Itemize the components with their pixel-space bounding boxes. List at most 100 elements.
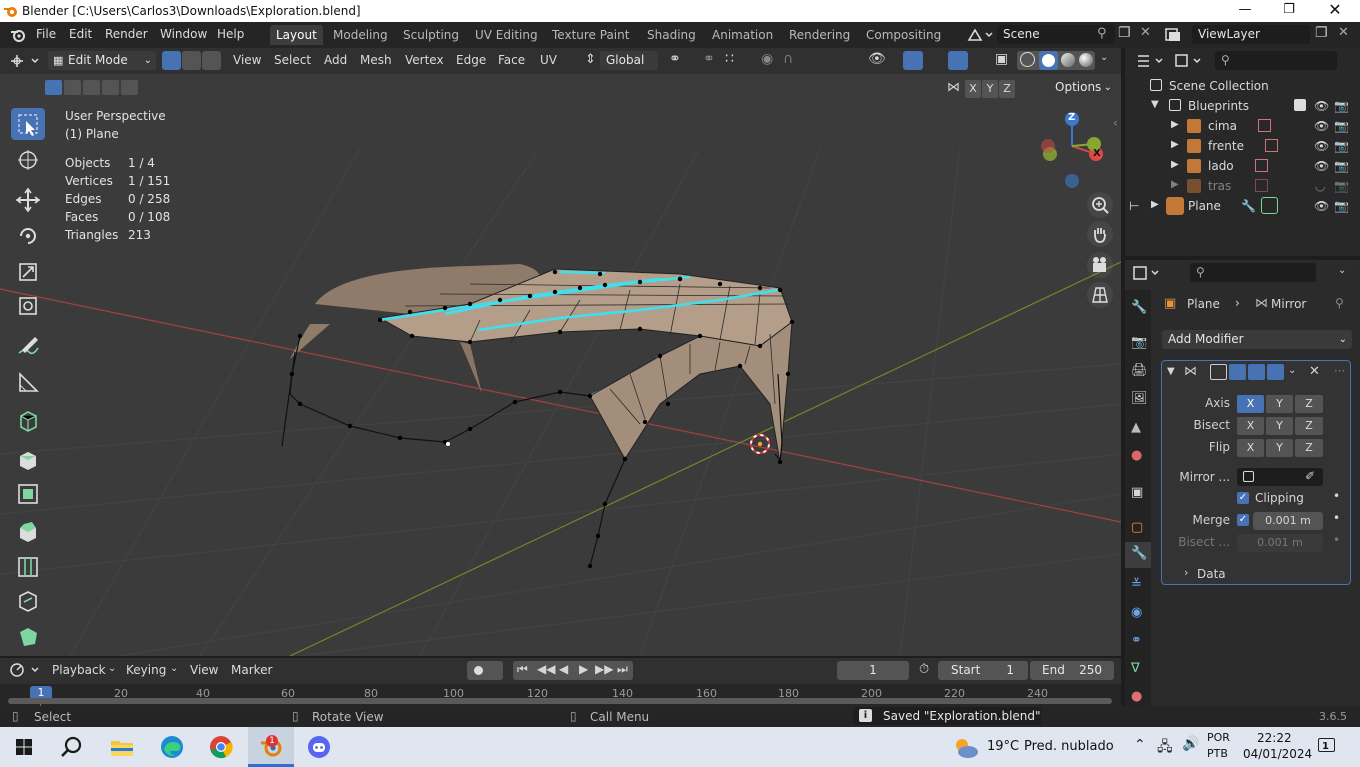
start-frame-field[interactable]: Start 1 bbox=[938, 661, 1028, 680]
overlay-toggle-button[interactable] bbox=[948, 51, 968, 70]
outliner-row-lado[interactable]: ▶ lado 👁 📷 bbox=[1125, 156, 1360, 176]
outliner-row-blueprints[interactable]: ▼ Blueprints 👁 📷 bbox=[1125, 96, 1360, 116]
auto-keying-button[interactable] bbox=[467, 661, 503, 680]
edit-mode-toggle[interactable] bbox=[1229, 364, 1246, 380]
search-icon[interactable] bbox=[58, 733, 86, 761]
render-tab-icon[interactable]: 📷 bbox=[1131, 335, 1147, 350]
new-view-layer-icon[interactable]: ❐ bbox=[1315, 25, 1328, 41]
merge-distance-field[interactable]: 0.001 m bbox=[1253, 512, 1323, 530]
snap-target-icon[interactable]: ∷ bbox=[725, 51, 734, 67]
modifier-tab-active[interactable]: 🔧 bbox=[1125, 542, 1151, 568]
output-tab-icon[interactable]: 🖨 bbox=[1131, 363, 1148, 378]
file-explorer-icon[interactable] bbox=[108, 733, 136, 761]
scale-tool[interactable] bbox=[11, 256, 45, 288]
measure-tool[interactable] bbox=[11, 366, 45, 398]
flip-y-toggle[interactable]: Y bbox=[1266, 439, 1293, 457]
camera-view-button[interactable] bbox=[1087, 252, 1113, 278]
falloff-icon[interactable]: ∩ bbox=[783, 51, 793, 67]
checkbox-icon[interactable] bbox=[1294, 99, 1306, 111]
tab-texture-paint[interactable]: Texture Paint bbox=[546, 25, 635, 45]
scene-canvas[interactable] bbox=[0, 74, 1121, 656]
add-cube-tool[interactable] bbox=[11, 404, 45, 436]
blender-menu-icon[interactable] bbox=[9, 27, 27, 43]
outliner-search-input[interactable]: ⚲ bbox=[1215, 51, 1337, 70]
edge-browser-icon[interactable] bbox=[158, 733, 186, 761]
loop-cut-tool[interactable] bbox=[11, 550, 45, 582]
tab-modeling[interactable]: Modeling bbox=[327, 25, 394, 45]
view-layer-icon[interactable] bbox=[1164, 26, 1190, 44]
flip-x-toggle[interactable]: X bbox=[1237, 439, 1264, 457]
tab-shading[interactable]: Shading bbox=[641, 25, 702, 45]
frame-ruler[interactable]: 1 20 40 60 80 100 120 140 160 180 200 22… bbox=[0, 684, 1121, 708]
orientation-selector[interactable]: Global bbox=[600, 51, 658, 70]
camera-icon[interactable]: 📷 bbox=[1334, 159, 1349, 173]
collapse-arrow-icon[interactable]: ▼ bbox=[1167, 366, 1175, 377]
timeline-menu-view[interactable]: View bbox=[190, 663, 218, 677]
eye-icon[interactable]: 👁 bbox=[1314, 159, 1329, 173]
perspective-toggle-button[interactable] bbox=[1087, 282, 1113, 308]
language-code[interactable]: POR bbox=[1207, 731, 1230, 744]
eyedropper-icon[interactable]: ✐ bbox=[1305, 469, 1315, 483]
eye-closed-icon[interactable]: ◡ bbox=[1315, 179, 1325, 193]
particles-tab-icon[interactable]: ≚ bbox=[1131, 577, 1142, 592]
volume-icon[interactable]: 🔊 bbox=[1182, 736, 1199, 752]
play-icon[interactable]: ▶ bbox=[579, 662, 588, 676]
clock-time[interactable]: 22:22 bbox=[1257, 731, 1292, 745]
expand-arrow-icon[interactable]: ▶ bbox=[1171, 159, 1179, 170]
outliner-row-cima[interactable]: ▶ cima 👁 📷 bbox=[1125, 116, 1360, 136]
wireframe-shading-icon[interactable] bbox=[1020, 52, 1035, 67]
axis-y-toggle[interactable]: Y bbox=[1266, 395, 1293, 413]
tab-layout[interactable]: Layout bbox=[270, 25, 323, 45]
rendered-shading-icon[interactable] bbox=[1079, 53, 1093, 67]
axis-z-toggle[interactable]: Z bbox=[1295, 395, 1323, 413]
vp-menu-select[interactable]: Select bbox=[274, 53, 311, 67]
timeline-menu-marker[interactable]: Marker bbox=[231, 663, 272, 677]
3d-viewport[interactable]: ⋈ X Y Z Options ⌄ Z X User Perspective (… bbox=[0, 74, 1121, 656]
bisect-distance-field[interactable]: 0.001 m bbox=[1237, 534, 1323, 552]
rotate-tool[interactable] bbox=[11, 220, 45, 252]
bisect-z-toggle[interactable]: Z bbox=[1295, 417, 1323, 435]
physics-tab-icon[interactable]: ◉ bbox=[1131, 605, 1142, 620]
gizmo-toggle-button[interactable] bbox=[903, 51, 923, 70]
add-modifier-dropdown[interactable]: Add Modifier ⌄ bbox=[1162, 330, 1352, 349]
pan-view-button[interactable] bbox=[1087, 221, 1113, 247]
keyframe-dot-icon[interactable]: • bbox=[1333, 533, 1340, 547]
keyboard-layout[interactable]: PTB bbox=[1207, 747, 1228, 760]
timeline-scrollbar[interactable] bbox=[8, 698, 1112, 704]
scene-tab-icon[interactable]: ▲ bbox=[1131, 420, 1141, 435]
data-tab-icon[interactable]: ∇ bbox=[1131, 661, 1140, 676]
properties-search-input[interactable]: ⚲ bbox=[1190, 263, 1316, 282]
data-subpanel-label[interactable]: Data bbox=[1197, 567, 1226, 581]
menu-window[interactable]: Window bbox=[160, 27, 207, 41]
menu-edit[interactable]: Edit bbox=[69, 27, 92, 41]
bevel-tool[interactable] bbox=[11, 514, 45, 546]
display-mode-icon[interactable] bbox=[1173, 52, 1203, 70]
view-layer-tab-icon[interactable]: 🖼 bbox=[1131, 391, 1148, 406]
tray-chevron-up-icon[interactable]: ⌃ bbox=[1134, 737, 1146, 753]
tab-sculpting[interactable]: Sculpting bbox=[397, 25, 465, 45]
timeline-editor-type-icon[interactable] bbox=[8, 661, 42, 679]
camera-icon[interactable]: 📷 bbox=[1334, 99, 1349, 113]
camera-icon[interactable]: 📷 bbox=[1334, 179, 1349, 193]
clipping-checkbox[interactable]: ✓ bbox=[1237, 492, 1249, 504]
expand-arrow-icon[interactable]: ▶ bbox=[1151, 199, 1159, 210]
network-icon[interactable]: 🖧 bbox=[1157, 736, 1173, 760]
constraints-tab-icon[interactable]: ⚭ bbox=[1131, 633, 1142, 648]
pivot-point-icon[interactable]: ⚭ bbox=[669, 51, 681, 67]
mirror-object-field[interactable]: ✐ bbox=[1237, 468, 1323, 486]
timeline-menu-keying[interactable]: Keying bbox=[126, 663, 166, 677]
properties-editor-type-icon[interactable] bbox=[1131, 264, 1161, 282]
jump-end-icon[interactable]: ⏭ bbox=[617, 662, 628, 677]
viewport-toggle[interactable] bbox=[1248, 364, 1265, 380]
camera-icon[interactable]: 📷 bbox=[1334, 119, 1349, 133]
camera-icon[interactable]: 📷 bbox=[1334, 199, 1349, 213]
menu-file[interactable]: File bbox=[36, 27, 56, 41]
material-shading-icon[interactable] bbox=[1061, 53, 1075, 67]
modifier-menu-chevron-icon[interactable]: ⌄ bbox=[1288, 365, 1296, 376]
merge-checkbox[interactable]: ✓ bbox=[1237, 514, 1249, 526]
edge-select-button[interactable] bbox=[182, 51, 201, 70]
timeline-menu-playback[interactable]: Playback bbox=[52, 663, 106, 677]
annotate-tool[interactable] bbox=[11, 330, 45, 362]
edit-mode-cage-toggle[interactable] bbox=[1210, 364, 1227, 380]
pin-icon[interactable]: ⚲ bbox=[1335, 296, 1344, 310]
